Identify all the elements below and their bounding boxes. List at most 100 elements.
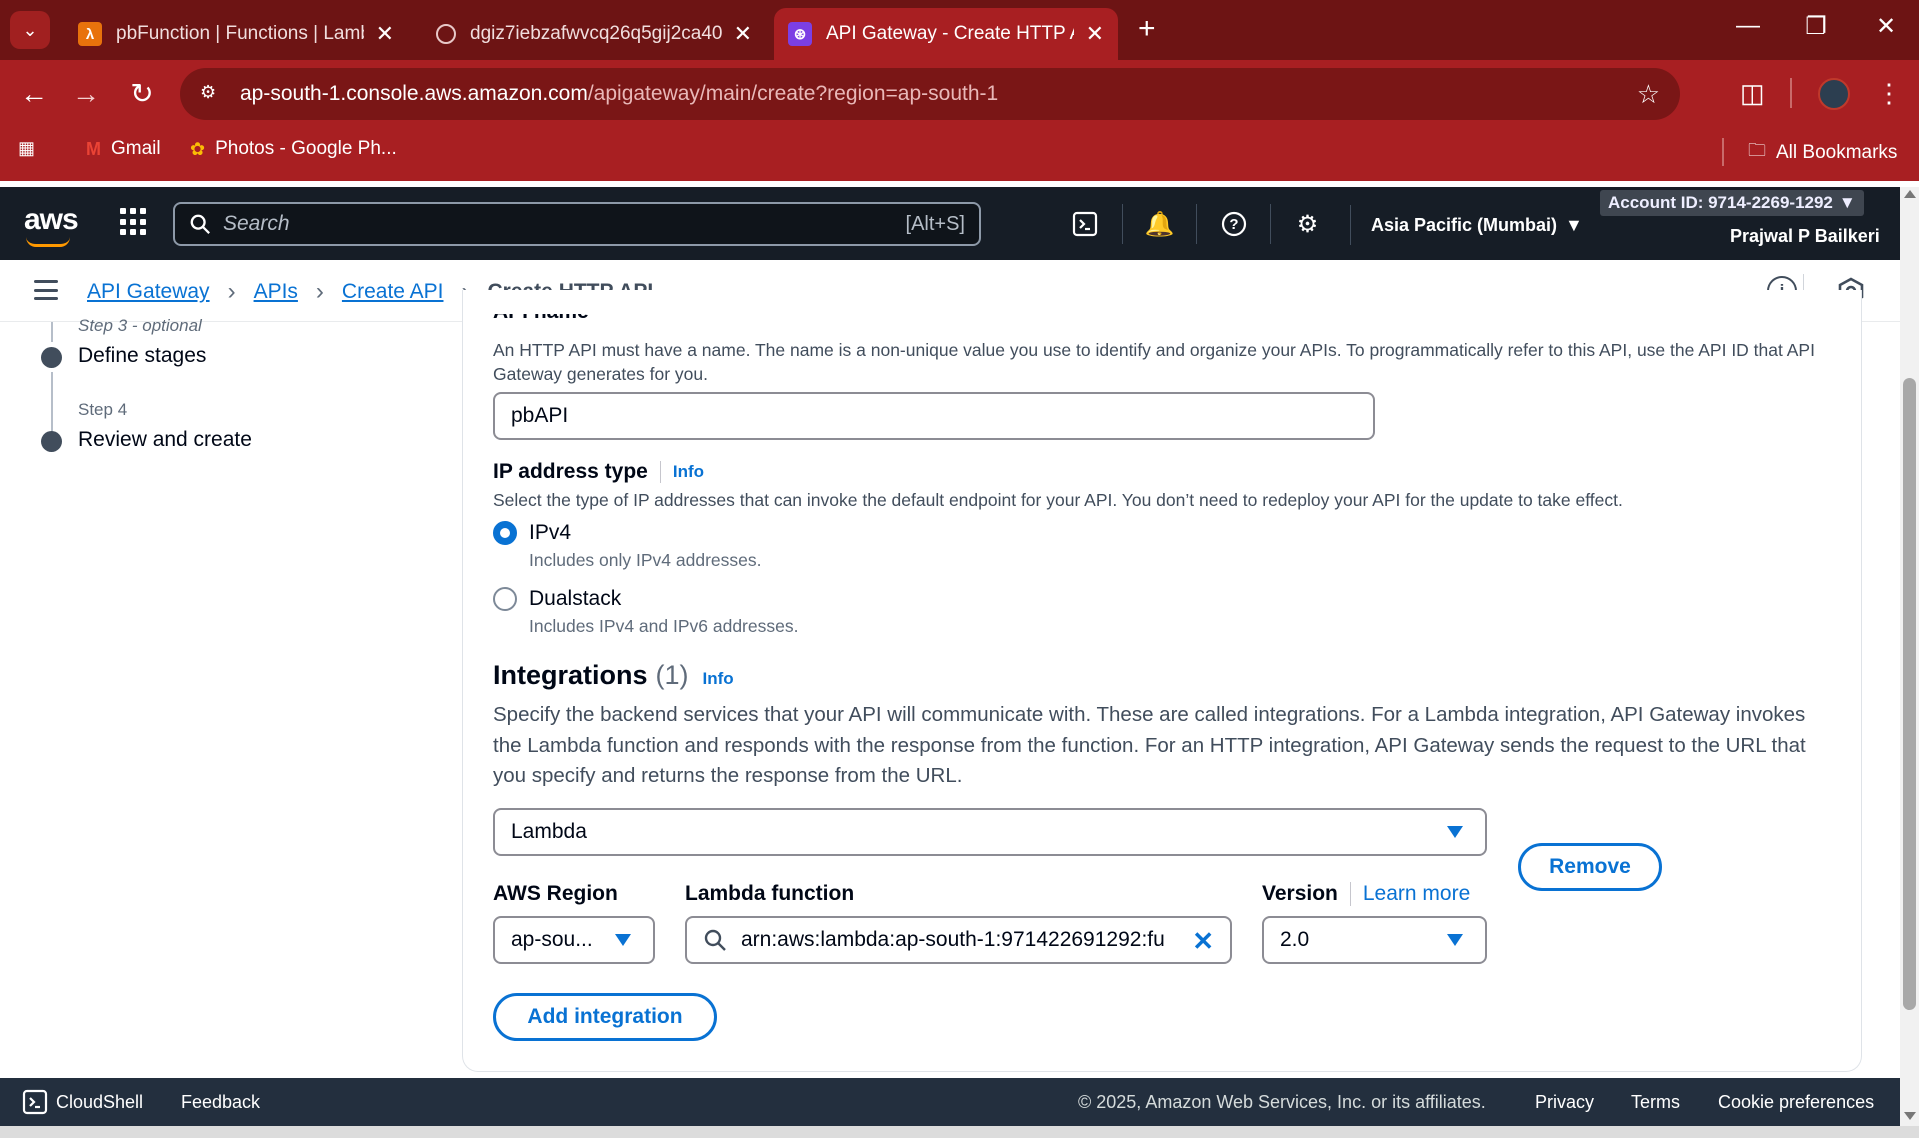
all-bookmarks-label: All Bookmarks bbox=[1776, 142, 1898, 163]
minimize-icon[interactable]: — bbox=[1728, 12, 1768, 40]
ipv4-label[interactable]: IPv4 bbox=[529, 521, 571, 545]
breadcrumb-create-api[interactable]: Create API bbox=[342, 280, 444, 304]
step-3-dot bbox=[41, 347, 62, 368]
ip-type-description: Select the type of IP addresses that can… bbox=[493, 490, 1623, 510]
dualstack-label[interactable]: Dualstack bbox=[529, 587, 621, 611]
terms-link[interactable]: Terms bbox=[1631, 1092, 1680, 1113]
forward-arrow-icon[interactable]: → bbox=[66, 78, 106, 110]
cloudshell-button[interactable]: CloudShell bbox=[22, 1089, 143, 1115]
aws-logo[interactable]: aws bbox=[24, 203, 79, 247]
bottom-strip bbox=[0, 1126, 1919, 1138]
cloudshell-icon[interactable] bbox=[1048, 204, 1122, 244]
browser-tab-api-gateway[interactable]: ⊛ API Gateway - Create HTTP API ✕ bbox=[774, 8, 1118, 60]
integrations-count: (1) bbox=[655, 660, 689, 690]
step-connector bbox=[51, 372, 53, 432]
cloudshell-icon bbox=[22, 1089, 48, 1115]
privacy-link[interactable]: Privacy bbox=[1535, 1092, 1594, 1113]
settings-gear-icon[interactable]: ⚙ bbox=[1270, 204, 1344, 244]
aws-region-label: AWS Region bbox=[493, 882, 618, 905]
svg-text:?: ? bbox=[1229, 216, 1238, 233]
search-placeholder: Search bbox=[223, 212, 290, 235]
api-name-input[interactable]: pbAPI bbox=[493, 392, 1375, 440]
bookmark-gmail[interactable]: M Gmail bbox=[86, 138, 161, 160]
lambda-icon: λ bbox=[78, 22, 102, 46]
step-4-title[interactable]: Review and create bbox=[78, 428, 252, 452]
search-shortcut: [Alt+S] bbox=[905, 212, 965, 235]
scroll-down-arrow-icon[interactable] bbox=[1904, 1112, 1916, 1120]
integrations-info-link[interactable]: Info bbox=[703, 669, 734, 689]
copyright-text: © 2025, Amazon Web Services, Inc. or its… bbox=[1078, 1092, 1486, 1112]
integration-type-select[interactable]: Lambda bbox=[493, 808, 1487, 856]
step-4-dot bbox=[41, 431, 62, 452]
bookmark-photos[interactable]: ✿ Photos - Google Ph... bbox=[190, 138, 397, 160]
browser-tab-lambda[interactable]: λ pbFunction | Functions | Lambda ✕ bbox=[64, 8, 408, 60]
account-id-label: Account ID: 9714-2269-1292 bbox=[1608, 193, 1833, 212]
site-settings-icon[interactable]: ⚙ bbox=[200, 82, 224, 106]
tab-title: API Gateway - Create HTTP API bbox=[826, 23, 1074, 44]
dualstack-radio[interactable] bbox=[493, 587, 517, 611]
ip-type-info-link[interactable]: Info bbox=[673, 462, 704, 482]
account-id-menu[interactable]: Account ID: 9714-2269-1292 ▼ bbox=[1600, 190, 1864, 216]
console-footer: CloudShell Feedback © 2025, Amazon Web S… bbox=[0, 1078, 1900, 1126]
cookie-preferences-link[interactable]: Cookie preferences bbox=[1718, 1092, 1874, 1113]
integrations-heading: Integrations bbox=[493, 660, 648, 690]
version-value: 2.0 bbox=[1280, 928, 1310, 951]
close-tab-icon[interactable]: ✕ bbox=[1086, 21, 1104, 47]
address-bar[interactable]: ⚙ ap-south-1.console.aws.amazon.com/apig… bbox=[180, 68, 1680, 120]
caret-down-icon bbox=[615, 934, 631, 946]
breadcrumb-api-gateway[interactable]: API Gateway bbox=[87, 280, 210, 304]
chevron-right-icon: › bbox=[227, 278, 236, 305]
lambda-function-input[interactable]: arn:aws:lambda:ap-south-1:971422691292:f… bbox=[685, 916, 1232, 964]
side-nav-menu-icon[interactable] bbox=[34, 280, 58, 300]
region-selector[interactable]: Asia Pacific (Mumbai) ▼ bbox=[1350, 205, 1583, 245]
step-connector bbox=[51, 322, 53, 342]
header-divider bbox=[1349, 882, 1351, 906]
scroll-up-arrow-icon[interactable] bbox=[1904, 190, 1916, 198]
services-grid-icon[interactable] bbox=[120, 208, 148, 236]
feedback-link[interactable]: Feedback bbox=[181, 1092, 260, 1113]
aws-search-input[interactable]: Search [Alt+S] bbox=[173, 202, 981, 246]
add-integration-button[interactable]: Add integration bbox=[493, 993, 717, 1041]
lambda-function-value: arn:aws:lambda:ap-south-1:971422691292:f… bbox=[741, 928, 1165, 951]
aws-region-select[interactable]: ap-sou... bbox=[493, 916, 655, 964]
integrations-header: Integrations (1) Info bbox=[493, 660, 734, 691]
tab-title: pbFunction | Functions | Lambda bbox=[116, 23, 364, 44]
cloudshell-label: CloudShell bbox=[56, 1091, 144, 1112]
apps-icon[interactable]: ▦ bbox=[18, 138, 35, 159]
browser-menu-icon[interactable]: ⋮ bbox=[1876, 78, 1902, 109]
bookmark-label: Gmail bbox=[111, 138, 161, 159]
new-tab-plus-icon[interactable]: + bbox=[1138, 14, 1156, 44]
restore-window-icon[interactable]: ❐ bbox=[1796, 12, 1836, 41]
help-icon[interactable]: ? bbox=[1196, 204, 1270, 244]
api-name-heading-clip: API name bbox=[462, 314, 1862, 322]
browser-tab-dgiz[interactable]: dgiz7iebzafwvcq26q5gij2ca40rjs ✕ bbox=[422, 8, 766, 60]
ipv4-description: Includes only IPv4 addresses. bbox=[529, 550, 762, 570]
api-name-description: An HTTP API must have a name. The name i… bbox=[493, 340, 1815, 384]
ipv4-radio[interactable] bbox=[493, 521, 517, 545]
user-name[interactable]: Prajwal P Bailkeri bbox=[1730, 226, 1880, 247]
tab-search-chevron-icon[interactable]: ⌄ bbox=[10, 11, 50, 49]
clear-x-icon[interactable]: ✕ bbox=[1192, 926, 1214, 957]
back-arrow-icon[interactable]: ← bbox=[14, 78, 54, 110]
close-tab-icon[interactable]: ✕ bbox=[376, 21, 394, 47]
reload-icon[interactable]: ↻ bbox=[122, 78, 162, 110]
extensions-icon[interactable]: ◫ bbox=[1740, 78, 1765, 109]
close-tab-icon[interactable]: ✕ bbox=[734, 21, 752, 47]
remove-integration-button[interactable]: Remove bbox=[1518, 843, 1662, 891]
all-bookmarks[interactable]: 🗀 All Bookmarks bbox=[1748, 138, 1897, 168]
version-select[interactable]: 2.0 bbox=[1262, 916, 1487, 964]
bookmark-star-icon[interactable]: ☆ bbox=[1637, 79, 1660, 110]
header-divider bbox=[659, 461, 661, 483]
search-icon bbox=[190, 214, 210, 234]
scrollbar-thumb[interactable] bbox=[1903, 378, 1916, 1010]
region-label: Asia Pacific (Mumbai) bbox=[1371, 214, 1558, 235]
learn-more-link[interactable]: Learn more bbox=[1363, 882, 1470, 906]
step-4-label: Step 4 bbox=[78, 400, 128, 419]
step-3-title[interactable]: Define stages bbox=[78, 344, 206, 368]
folder-icon: 🗀 bbox=[1748, 140, 1766, 160]
tab-title: dgiz7iebzafwvcq26q5gij2ca40rjs bbox=[470, 23, 722, 44]
breadcrumb-apis[interactable]: APIs bbox=[254, 280, 298, 304]
notifications-bell-icon[interactable]: 🔔 bbox=[1122, 204, 1196, 244]
profile-avatar[interactable] bbox=[1818, 78, 1850, 110]
close-window-icon[interactable]: ✕ bbox=[1866, 12, 1906, 41]
